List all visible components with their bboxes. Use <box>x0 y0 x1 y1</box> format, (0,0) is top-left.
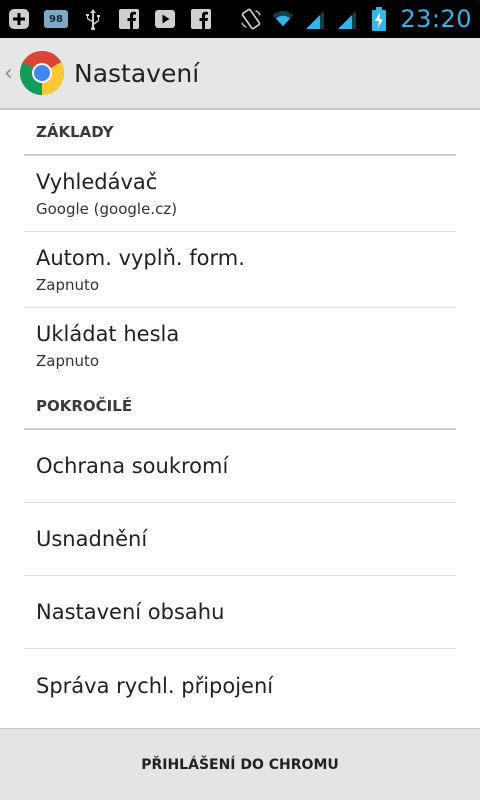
signal-icon <box>304 8 326 30</box>
status-bar-time: 23:20 <box>400 5 472 33</box>
pref-summary: Zapnuto <box>36 352 100 370</box>
pref-title: Autom. vyplň. form. <box>36 245 245 270</box>
pref-title: Usnadnění <box>36 527 148 551</box>
pref-privacy[interactable]: Ochrana soukromí <box>24 430 456 503</box>
up-navigation-button[interactable]: ‹ <box>0 38 66 108</box>
facebook-icon <box>118 8 140 30</box>
pref-bandwidth-management[interactable]: Správa rychl. připojení <box>24 649 456 722</box>
facebook-icon <box>190 8 212 30</box>
signal-icon <box>336 8 358 30</box>
pref-accessibility[interactable]: Usnadnění <box>24 503 456 576</box>
pref-search-engine[interactable]: Vyhledávač Google (google.cz) <box>24 156 456 232</box>
pref-summary: Zapnuto <box>36 275 100 294</box>
status-bar-system: 23:20 <box>240 5 472 33</box>
settings-list: ZÁKLADY Vyhledávač Google (google.cz) Au… <box>24 110 456 722</box>
back-caret-icon: ‹ <box>4 60 13 86</box>
sign-in-to-chrome-button[interactable]: PŘIHLÁŠENÍ DO CHROMU <box>141 757 339 773</box>
section-header-advanced: POKROČILÉ <box>24 384 456 430</box>
pref-summary: Google (google.cz) <box>36 199 178 218</box>
pref-title: Vyhledávač <box>36 169 158 194</box>
pref-title: Ochrana soukromí <box>36 454 229 478</box>
page-title: Nastavení <box>74 58 200 88</box>
status-bar-notifications: 98 <box>8 8 212 30</box>
usb-icon <box>82 8 104 30</box>
chrome-icon <box>18 49 66 97</box>
section-header-basics: ZÁKLADY <box>24 110 456 156</box>
battery-charging-icon <box>368 7 390 31</box>
youtube-icon <box>154 8 176 30</box>
pref-content-settings[interactable]: Nastavení obsahu <box>24 576 456 649</box>
screen-rotation-icon <box>240 8 262 30</box>
wifi-icon <box>272 8 294 30</box>
action-bar: ‹ Nastavení <box>0 38 480 110</box>
notification-badge-icon: 98 <box>44 10 68 28</box>
pref-title: Ukládat hesla <box>36 322 180 346</box>
status-bar: 98 23:20 <box>0 0 480 38</box>
pref-title: Správa rychl. připojení <box>36 673 274 698</box>
pref-autofill-forms[interactable]: Autom. vyplň. form. Zapnuto <box>24 232 456 308</box>
pref-title: Nastavení obsahu <box>36 600 225 624</box>
pref-save-passwords[interactable]: Ukládat hesla Zapnuto <box>24 308 456 384</box>
bottom-bar: PŘIHLÁŠENÍ DO CHROMU <box>0 728 480 800</box>
add-icon <box>8 8 30 30</box>
